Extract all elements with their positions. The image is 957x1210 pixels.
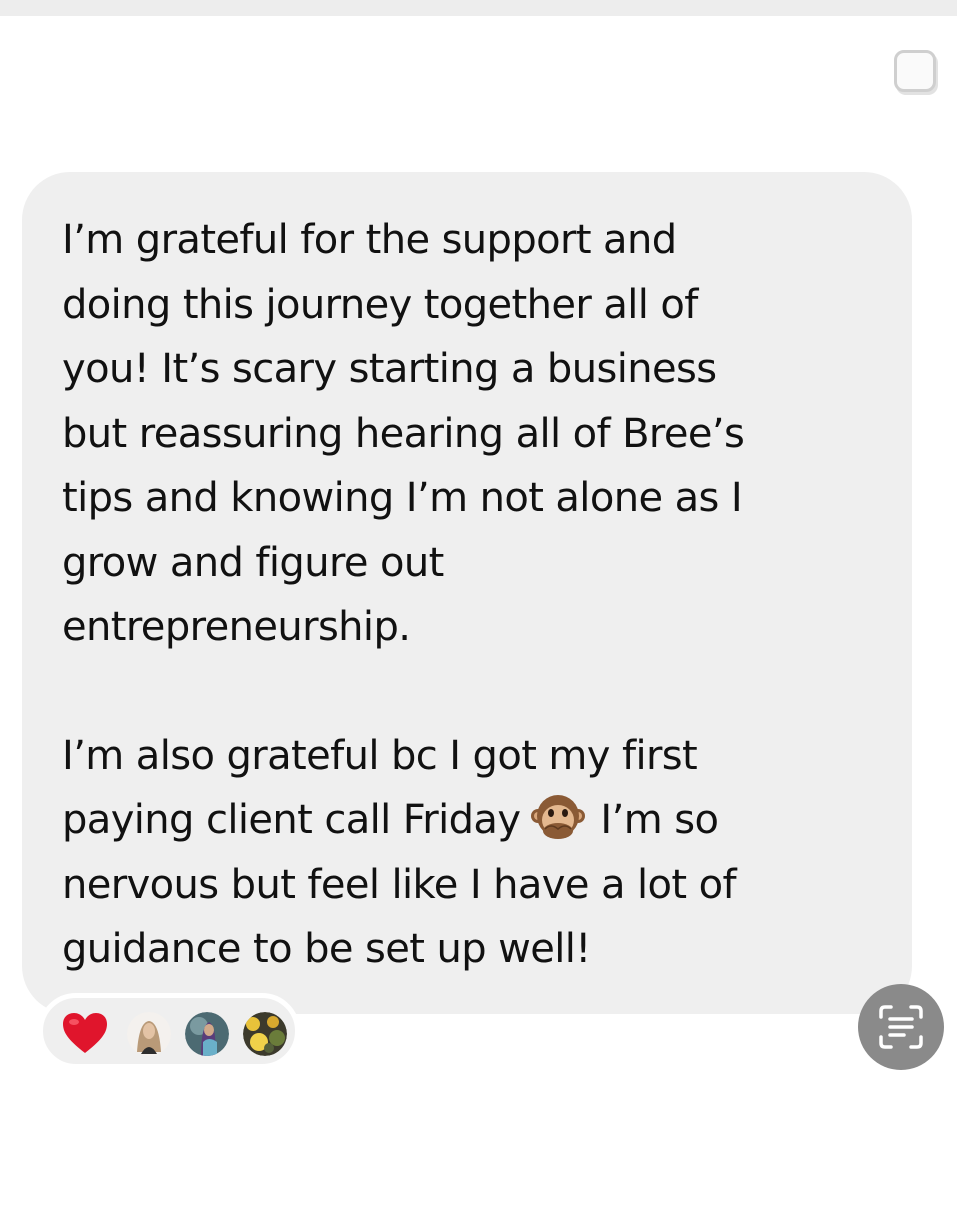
message-fragment: paying client call Friday <box>62 797 521 843</box>
avatar <box>127 1012 171 1056</box>
reactions-pill[interactable] <box>38 993 300 1069</box>
message-line: I’m also grateful bc I got my first <box>62 732 698 779</box>
top-bar <box>0 0 957 16</box>
message-fragment: I’m so <box>600 797 719 843</box>
message-bubble[interactable]: I’m grateful for the support and doing t… <box>22 172 912 1014</box>
speak-no-evil-monkey-icon <box>530 789 586 845</box>
message-line: guidance to be set up well! <box>62 926 591 972</box>
message-paragraph-2: I’m also grateful bc I got my first payi… <box>62 724 872 982</box>
message-line: but reassuring hearing all of Bree’s <box>62 410 745 457</box>
live-text-button[interactable] <box>858 984 944 1070</box>
live-text-icon <box>879 1005 923 1049</box>
message-line: you! It’s scary starting a business <box>62 346 717 392</box>
avatar <box>243 1012 287 1056</box>
message-line: grow and figure out <box>62 539 444 586</box>
message-line: entrepreneurship. <box>62 604 411 650</box>
message-paragraph-1: I’m grateful for the support and doing t… <box>62 208 872 660</box>
message-line: tips and knowing I’m not alone as I <box>62 475 743 521</box>
message-line: paying client call Friday I’m so <box>62 788 872 853</box>
message-line: I’m grateful for the support and <box>62 217 677 263</box>
heart-icon <box>61 1011 109 1055</box>
message-line: doing this journey together all of <box>62 281 698 328</box>
message-text: I’m grateful for the support and doing t… <box>62 208 872 982</box>
message-line: nervous but feel like I have a lot of <box>62 861 737 908</box>
avatar <box>185 1012 229 1056</box>
select-message-checkbox[interactable] <box>894 50 936 92</box>
